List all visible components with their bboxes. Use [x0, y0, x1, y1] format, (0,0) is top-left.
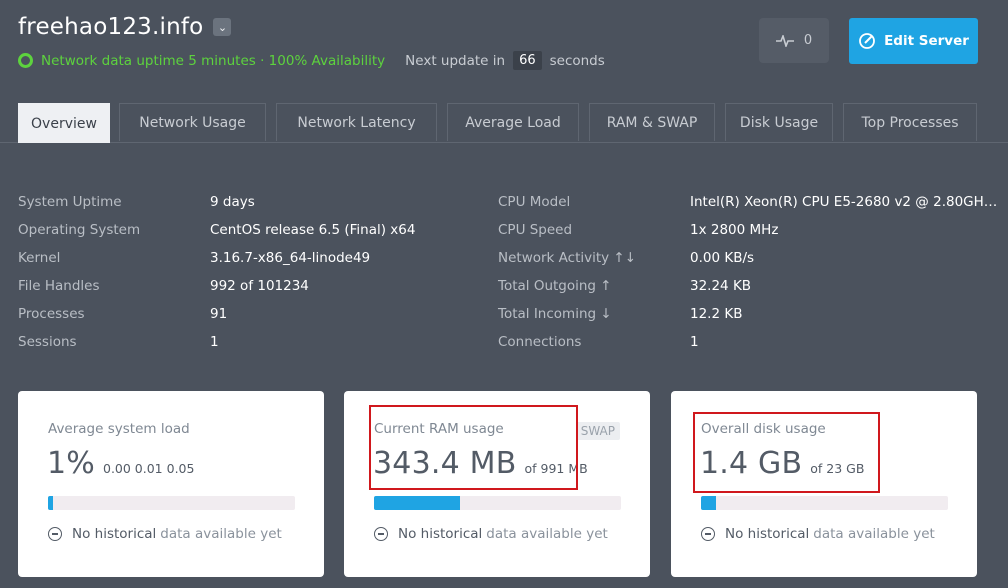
history-note-end: data available yet [813, 526, 935, 542]
info-value: CentOS release 6.5 (Final) x64 [210, 222, 416, 238]
ram-usage-card: Current RAM usage SWAP 343.4 MB of 991 M… [344, 391, 650, 577]
tab-disk-usage[interactable]: Disk Usage [725, 103, 833, 141]
edit-server-label: Edit Server [884, 33, 969, 49]
tab-network-latency[interactable]: Network Latency [276, 103, 437, 141]
info-value: 992 of 101234 [210, 278, 309, 294]
info-value: 32.24 KB [690, 278, 752, 294]
load-progress-bar [48, 496, 295, 510]
tab-ram-swap[interactable]: RAM & SWAP [589, 103, 715, 141]
info-value: 1 [690, 334, 699, 350]
next-update-label: Next update in [405, 52, 506, 69]
history-note: No historical data available yet [374, 526, 608, 542]
info-label: CPU Model [498, 194, 571, 210]
history-note: No historical data available yet [48, 526, 282, 542]
server-title-row: freehao123.info ⌄ [18, 14, 232, 40]
history-note-start: No historical [398, 526, 483, 542]
minus-circle-icon [48, 527, 62, 541]
uptime-status: Network data uptime 5 minutes · 100% Ava… [41, 52, 386, 69]
history-note-end: data available yet [160, 526, 282, 542]
tab-network-usage[interactable]: Network Usage [119, 103, 266, 141]
history-note-end: data available yet [486, 526, 608, 542]
info-value: 12.2 KB [690, 306, 743, 322]
next-update-suffix: seconds [549, 52, 605, 69]
info-row: Total Incoming ↓ 12.2 KB [498, 300, 997, 328]
info-value: 91 [210, 306, 228, 322]
minus-circle-icon [374, 527, 388, 541]
tab-overview[interactable]: Overview [18, 103, 110, 143]
info-value: 1x 2800 MHz [690, 222, 779, 238]
tab-top-processes[interactable]: Top Processes [843, 103, 977, 141]
info-label: Sessions [18, 334, 77, 350]
pulse-icon [775, 34, 794, 47]
highlight-box [369, 405, 578, 490]
load-averages: 0.00 0.01 0.05 [103, 461, 195, 476]
minus-circle-icon [701, 527, 715, 541]
history-note-start: No historical [725, 526, 810, 542]
history-note: No historical data available yet [701, 526, 935, 542]
history-note-start: No historical [72, 526, 157, 542]
info-row: System Uptime 9 days [18, 188, 415, 216]
edit-server-button[interactable]: Edit Server [849, 18, 978, 64]
activity-count: 0 [803, 33, 813, 48]
info-row: Connections 1 [498, 328, 997, 356]
info-label: Operating System [18, 222, 141, 238]
load-value-row: 1% 0.00 0.01 0.05 [47, 446, 194, 481]
chevron-down-icon: ⌄ [217, 20, 228, 34]
ram-progress-bar [374, 496, 621, 510]
info-label: CPU Speed [498, 222, 573, 238]
status-row: Network data uptime 5 minutes · 100% Ava… [18, 51, 605, 70]
tab-average-load[interactable]: Average Load [447, 103, 579, 141]
swap-toggle[interactable]: SWAP [575, 422, 620, 440]
info-label: Network Activity ↑↓ [498, 250, 637, 266]
info-row: Operating System CentOS release 6.5 (Fina… [18, 216, 415, 244]
load-progress-fill [48, 496, 53, 510]
info-label: File Handles [18, 278, 100, 294]
average-load-card: Average system load 1% 0.00 0.01 0.05 No… [18, 391, 324, 577]
load-value: 1% [47, 446, 95, 481]
card-title: Average system load [48, 421, 190, 437]
info-value: 1 [210, 334, 219, 350]
server-title: freehao123.info [18, 14, 204, 40]
next-update-count: 66 [513, 51, 542, 70]
info-row: CPU Speed 1x 2800 MHz [498, 216, 997, 244]
info-label: Processes [18, 306, 85, 322]
info-label: Total Outgoing ↑ [498, 278, 612, 294]
tabs-divider [0, 142, 1008, 143]
info-row: Total Outgoing ↑ 32.24 KB [498, 272, 997, 300]
info-row: Network Activity ↑↓ 0.00 KB/s [498, 244, 997, 272]
disk-progress-bar [701, 496, 948, 510]
disk-usage-card: Overall disk usage 1.4 GB of 23 GB No hi… [671, 391, 977, 577]
info-row: File Handles 992 of 101234 [18, 272, 415, 300]
info-label: Kernel [18, 250, 61, 266]
info-value: Intel(R) Xeon(R) CPU E5-2680 v2 @ 2.80GH… [690, 194, 998, 210]
info-row: Processes 91 [18, 300, 415, 328]
system-info-right: CPU Model Intel(R) Xeon(R) CPU E5-2680 v2… [498, 188, 997, 356]
info-value: 0.00 KB/s [690, 250, 755, 266]
info-label: System Uptime [18, 194, 122, 210]
status-ring-icon [18, 53, 33, 68]
server-dropdown-toggle[interactable]: ⌄ [213, 18, 232, 36]
system-info-left: System Uptime 9 days Operating System Cent… [18, 188, 415, 356]
disk-progress-fill [701, 496, 716, 510]
ram-progress-fill [374, 496, 461, 510]
info-row: Kernel 3.16.7-x86_64-linode49 [18, 244, 415, 272]
info-value: 9 days [210, 194, 255, 210]
info-value: 3.16.7-x86_64-linode49 [210, 250, 371, 266]
info-label: Connections [498, 334, 582, 350]
info-row: Sessions 1 [18, 328, 415, 356]
activity-button[interactable]: 0 [759, 18, 829, 63]
info-row: CPU Model Intel(R) Xeon(R) CPU E5-2680 v2… [498, 188, 997, 216]
info-label: Total Incoming ↓ [498, 306, 612, 322]
highlight-box [693, 412, 880, 493]
edit-icon [859, 33, 875, 49]
